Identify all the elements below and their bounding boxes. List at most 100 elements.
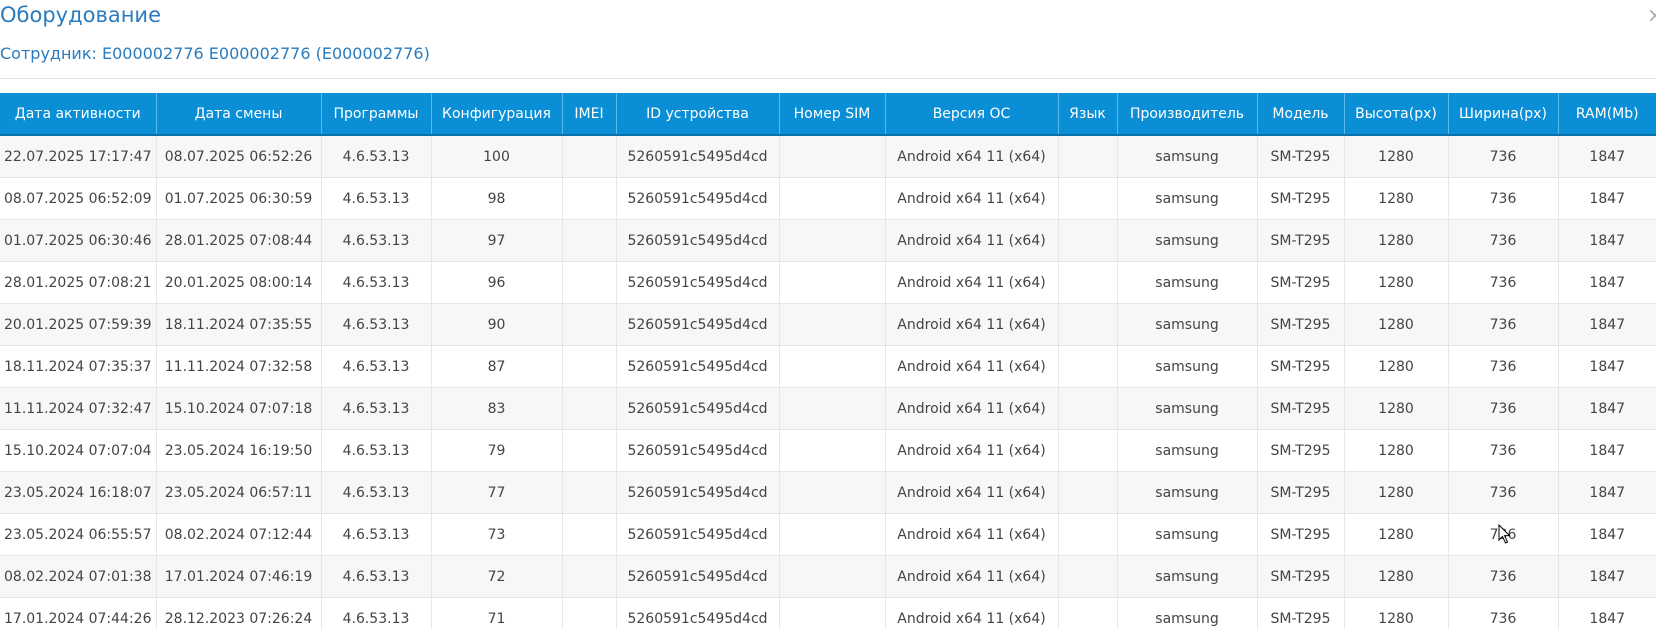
column-header[interactable]: RAM(Mb) xyxy=(1557,93,1656,136)
table-cell xyxy=(1057,303,1117,346)
table-cell: 4.6.53.13 xyxy=(320,429,431,472)
table-row[interactable]: 23.05.2024 16:18:07 23.05.2024 06:57:11 4.… xyxy=(0,471,1656,514)
column-header[interactable]: ID устройства xyxy=(615,93,779,136)
column-header[interactable]: Модель xyxy=(1256,93,1344,136)
table-cell: 736 xyxy=(1447,219,1558,262)
table-cell: 11.11.2024 07:32:58 xyxy=(155,345,321,388)
table-cell: 4.6.53.13 xyxy=(320,387,431,430)
table-row[interactable]: 20.01.2025 07:59:39 18.11.2024 07:35:55 4.… xyxy=(0,303,1656,346)
table-cell: 736 xyxy=(1447,471,1558,514)
column-header[interactable]: Высота(px) xyxy=(1343,93,1448,136)
table-row[interactable]: 08.07.2025 06:52:09 01.07.2025 06:30:59 4.… xyxy=(0,177,1656,220)
table-cell: 736 xyxy=(1447,345,1558,388)
table-cell: 5260591c5495d4cd xyxy=(615,261,779,304)
table-cell: 83 xyxy=(430,387,562,430)
table-cell xyxy=(778,429,885,472)
table-cell: 1847 xyxy=(1557,429,1656,472)
table-cell: 4.6.53.13 xyxy=(320,471,431,514)
table-row[interactable]: 28.01.2025 07:08:21 20.01.2025 08:00:14 4.… xyxy=(0,261,1656,304)
column-header[interactable]: Ширина(px) xyxy=(1447,93,1558,136)
table-cell: 23.05.2024 16:19:50 xyxy=(155,429,321,472)
table-row[interactable]: 15.10.2024 07:07:04 23.05.2024 16:19:50 4.… xyxy=(0,429,1656,472)
table-cell: 28.01.2025 07:08:44 xyxy=(155,219,321,262)
table-row[interactable]: 23.05.2024 06:55:57 08.02.2024 07:12:44 4.… xyxy=(0,513,1656,556)
table-row[interactable]: 11.11.2024 07:32:47 15.10.2024 07:07:18 4.… xyxy=(0,387,1656,430)
table-cell: 4.6.53.13 xyxy=(320,345,431,388)
close-icon[interactable]: × xyxy=(1647,4,1656,26)
table-cell: 736 xyxy=(1447,555,1558,598)
table-cell: 1280 xyxy=(1343,135,1448,178)
table-cell: SM-T295 xyxy=(1256,261,1344,304)
table-cell: 22.07.2025 17:17:47 xyxy=(0,135,156,178)
table-row[interactable]: 01.07.2025 06:30:46 28.01.2025 07:08:44 4.… xyxy=(0,219,1656,262)
column-header[interactable]: Дата активности xyxy=(0,93,156,136)
table-cell xyxy=(561,303,616,346)
table-cell: 79 xyxy=(430,429,562,472)
table-cell: 15.10.2024 07:07:04 xyxy=(0,429,156,472)
table-cell xyxy=(1057,555,1117,598)
column-header[interactable]: Язык xyxy=(1057,93,1117,136)
table-header: Дата активности Дата смены Программы Конфиг… xyxy=(0,93,1656,136)
table-cell xyxy=(1057,177,1117,220)
table-cell: 08.02.2024 07:12:44 xyxy=(155,513,321,556)
equipment-table: Дата активности Дата смены Программы Конфиг… xyxy=(0,93,1656,629)
table-cell: 5260591c5495d4cd xyxy=(615,429,779,472)
table-cell xyxy=(778,303,885,346)
table-cell xyxy=(1057,387,1117,430)
table-cell: samsung xyxy=(1116,261,1257,304)
table-cell xyxy=(778,471,885,514)
column-header[interactable]: Дата смены xyxy=(155,93,321,136)
table-cell: samsung xyxy=(1116,135,1257,178)
table-cell xyxy=(561,387,616,430)
table-cell: 01.07.2025 06:30:46 xyxy=(0,219,156,262)
table-row[interactable]: 18.11.2024 07:35:37 11.11.2024 07:32:58 4.… xyxy=(0,345,1656,388)
table-cell xyxy=(778,555,885,598)
column-header[interactable]: Версия ОС xyxy=(884,93,1058,136)
table-cell: 5260591c5495d4cd xyxy=(615,387,779,430)
table-cell: 73 xyxy=(430,513,562,556)
table-cell: Android x64 11 (x64) xyxy=(884,471,1058,514)
table-cell: 5260591c5495d4cd xyxy=(615,177,779,220)
divider xyxy=(0,78,1656,79)
table-row[interactable]: 22.07.2025 17:17:47 08.07.2025 06:52:26 4.… xyxy=(0,135,1656,178)
table-cell: Android x64 11 (x64) xyxy=(884,429,1058,472)
dialog-title: Оборудование xyxy=(0,3,161,27)
column-header[interactable]: Программы xyxy=(320,93,431,136)
table-cell xyxy=(561,135,616,178)
table-row[interactable]: 17.01.2024 07:44:26 28.12.2023 07:26:24 4.… xyxy=(0,597,1656,629)
table-cell: samsung xyxy=(1116,555,1257,598)
table-cell: 18.11.2024 07:35:55 xyxy=(155,303,321,346)
equipment-dialog: Оборудование × Сотрудник: E000002776 E00… xyxy=(0,0,1656,629)
table-cell: samsung xyxy=(1116,597,1257,629)
table-cell: 5260591c5495d4cd xyxy=(615,135,779,178)
header-row: Дата активности Дата смены Программы Конфиг… xyxy=(0,93,1656,136)
table-cell: 736 xyxy=(1447,597,1558,629)
table-cell xyxy=(561,429,616,472)
table-cell: SM-T295 xyxy=(1256,555,1344,598)
column-header[interactable]: Конфигурация xyxy=(430,93,562,136)
table-cell: 4.6.53.13 xyxy=(320,261,431,304)
table-cell: 736 xyxy=(1447,135,1558,178)
table-cell: 17.01.2024 07:46:19 xyxy=(155,555,321,598)
column-header[interactable]: Номер SIM xyxy=(778,93,885,136)
column-header[interactable]: Производитель xyxy=(1116,93,1257,136)
table-cell: 20.01.2025 07:59:39 xyxy=(0,303,156,346)
table-cell: 18.11.2024 07:35:37 xyxy=(0,345,156,388)
table-cell: 77 xyxy=(430,471,562,514)
table-cell: 5260591c5495d4cd xyxy=(615,597,779,629)
table-cell xyxy=(561,345,616,388)
table-cell: Android x64 11 (x64) xyxy=(884,177,1058,220)
table-cell xyxy=(778,135,885,178)
table-cell: 90 xyxy=(430,303,562,346)
column-header[interactable]: IMEI xyxy=(561,93,616,136)
table-cell: Android x64 11 (x64) xyxy=(884,219,1058,262)
table-cell: Android x64 11 (x64) xyxy=(884,261,1058,304)
table-cell: 1280 xyxy=(1343,219,1448,262)
table-cell: 1847 xyxy=(1557,513,1656,556)
table-cell: 1847 xyxy=(1557,345,1656,388)
table-cell: SM-T295 xyxy=(1256,471,1344,514)
table-cell: samsung xyxy=(1116,513,1257,556)
table-row[interactable]: 08.02.2024 07:01:38 17.01.2024 07:46:19 4.… xyxy=(0,555,1656,598)
table-cell: 736 xyxy=(1447,303,1558,346)
table-cell: samsung xyxy=(1116,303,1257,346)
